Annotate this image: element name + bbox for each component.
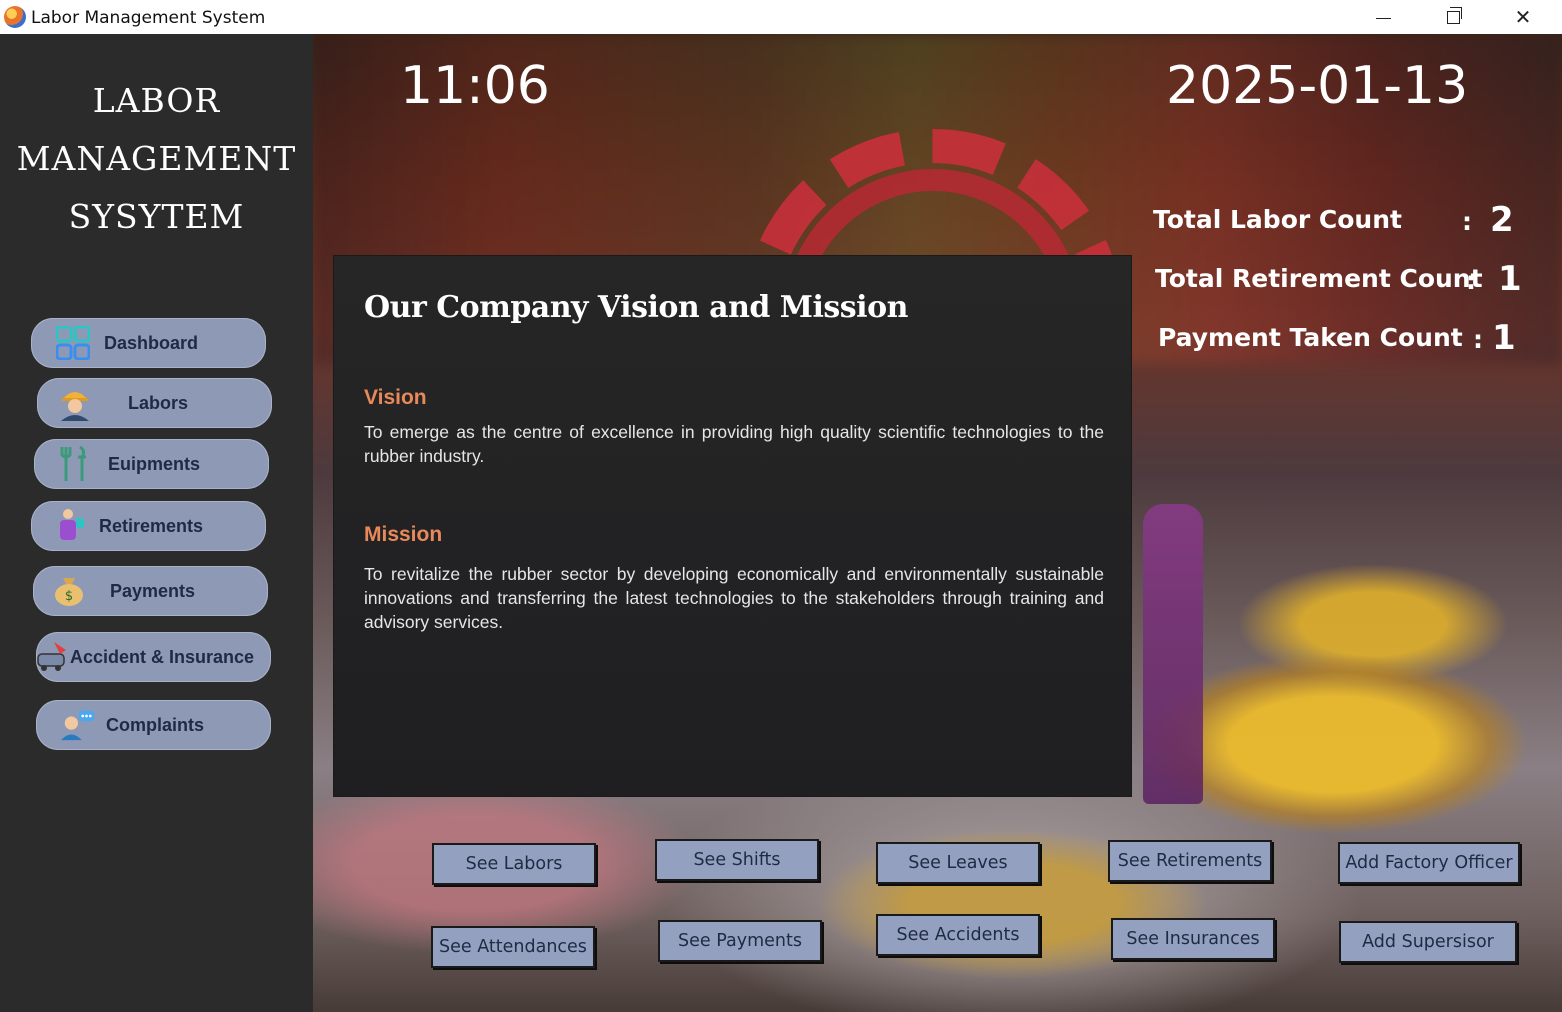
figure-image — [1143, 504, 1203, 804]
complaint-icon — [60, 707, 96, 743]
brand-line: SYSYTEM — [68, 197, 245, 236]
sidebar-item-label: Complaints — [106, 714, 205, 735]
vision-mission-panel: Our Company Vision and Mission Vision To… — [334, 256, 1131, 796]
sidebar-item-label: Retirements — [99, 515, 204, 536]
stat-label: Total Labor Count — [1153, 205, 1402, 234]
sidebar-item-retirements[interactable]: Retirements — [31, 501, 266, 551]
add-factory-officer-button[interactable]: Add Factory Officer — [1338, 842, 1520, 884]
clock-time: 11:06 — [400, 56, 550, 116]
dashboard-icon — [55, 325, 91, 361]
sidebar-item-label: Payments — [110, 580, 196, 601]
accident-icon — [36, 639, 70, 675]
mission-heading: Mission — [364, 523, 443, 546]
stat-colon: : — [1466, 266, 1476, 295]
sidebar-item-labors[interactable]: Labors — [37, 378, 272, 428]
brand-title: LABOR MANAGEMENT SYSYTEM — [0, 72, 313, 246]
svg-text:$: $ — [65, 589, 73, 604]
sidebar-item-label: Labors — [128, 392, 189, 413]
sidebar-item-label: Accident & Insurance — [70, 646, 255, 667]
see-insurances-button[interactable]: See Insurances — [1111, 918, 1275, 960]
sidebar-item-complaints[interactable]: Complaints — [36, 700, 271, 750]
sidebar-item-label: Dashboard — [104, 332, 199, 353]
vision-text: To emerge as the centre of excellence in… — [364, 422, 1104, 466]
see-payments-button[interactable]: See Payments — [658, 920, 822, 962]
see-attendances-button[interactable]: See Attendances — [431, 926, 595, 968]
stat-colon: : — [1462, 207, 1472, 236]
stat-label: Payment Taken Count — [1158, 323, 1463, 352]
sidebar-item-label: Euipments — [108, 453, 201, 474]
stat-total-retirement: Total Retirement Count — [1155, 264, 1483, 293]
see-accidents-button[interactable]: See Accidents — [876, 914, 1040, 956]
see-retirements-button[interactable]: See Retirements — [1108, 840, 1272, 882]
restore-icon — [1446, 6, 1462, 24]
see-leaves-button[interactable]: See Leaves — [876, 842, 1040, 884]
app-icon — [4, 6, 26, 28]
money-bag-icon: $ — [51, 573, 87, 609]
mission-text: To revitalize the rubber sector by devel… — [364, 564, 1104, 632]
panel-title: Our Company Vision and Mission — [364, 290, 908, 325]
stat-value: 1 — [1492, 318, 1516, 358]
sidebar-item-equipments[interactable]: Euipments — [34, 439, 269, 489]
sidebar: LABOR MANAGEMENT SYSYTEM Dashboard Labor… — [0, 34, 313, 1012]
close-button[interactable]: ✕ — [1488, 0, 1558, 34]
see-shifts-button[interactable]: See Shifts — [655, 839, 819, 881]
title-bar: Labor Management System ✕ — [0, 0, 1562, 34]
minimize-icon — [1375, 17, 1391, 19]
close-icon: ✕ — [1514, 5, 1532, 29]
current-date: 2025-01-13 — [1166, 56, 1469, 116]
stat-colon: : — [1473, 325, 1483, 354]
sidebar-item-dashboard[interactable]: Dashboard — [31, 318, 266, 368]
minimize-button[interactable] — [1348, 0, 1418, 34]
stat-value: 1 — [1498, 259, 1522, 299]
see-labors-button[interactable]: See Labors — [432, 843, 596, 885]
sidebar-item-accident-insurance[interactable]: Accident & Insurance — [36, 632, 271, 682]
retirement-icon — [53, 508, 89, 544]
stat-total-labor: Total Labor Count — [1153, 205, 1402, 234]
sidebar-item-payments[interactable]: $ Payments — [33, 566, 268, 616]
stat-value: 2 — [1490, 200, 1514, 240]
worker-icon — [57, 385, 93, 421]
tools-icon — [56, 445, 92, 482]
brand-line: MANAGEMENT — [16, 139, 297, 178]
vision-heading: Vision — [364, 386, 427, 409]
brand-line: LABOR — [92, 81, 221, 120]
stat-label: Total Retirement Count — [1155, 264, 1483, 293]
maximize-button[interactable] — [1418, 0, 1488, 34]
add-supervisor-button[interactable]: Add Supersisor — [1339, 921, 1517, 963]
stat-payment-taken: Payment Taken Count — [1158, 323, 1463, 352]
window-title: Labor Management System — [31, 8, 266, 28]
